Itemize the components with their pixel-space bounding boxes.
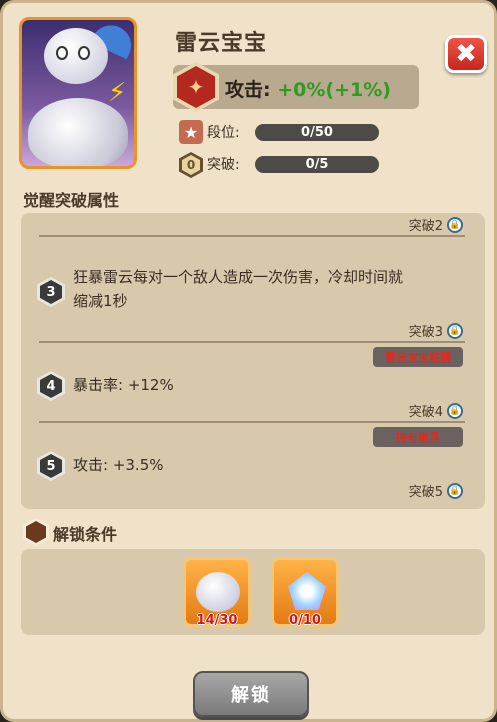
lock-icon: 🔒 <box>447 322 463 339</box>
tier-description: 暴击率: +12% <box>73 376 174 394</box>
requirement-item-thundercloud-baby[interactable]: 14/30 <box>183 557 251 628</box>
requirement-badge: 持有道具 <box>373 427 463 447</box>
tier-tag: 突破5 🔒 <box>409 481 463 500</box>
breakthrough-icon: 0 <box>179 152 203 178</box>
attack-icon: ✦ <box>173 62 219 112</box>
thundercloud-baby-icon <box>196 572 240 612</box>
breakthrough-row: 0 突破: 0/5 <box>179 152 379 178</box>
eye-icon <box>56 46 68 60</box>
unlock-title: 解锁条件 <box>53 525 118 544</box>
attack-value: +0% <box>277 79 326 101</box>
attributes-title: 觉醒突破属性 <box>23 191 120 210</box>
tier-description: 攻击: +3.5% <box>73 456 164 474</box>
item-count: 0/10 <box>289 613 321 628</box>
attack-bonus: (+1%) <box>325 79 391 101</box>
requirement-badge: 雷云宝宝粘稠 <box>373 347 463 367</box>
tier-number-icon: 5 <box>37 451 65 481</box>
eye-icon <box>78 46 90 60</box>
attributes-list[interactable]: 突破2 🔒 3 狂暴雷云每对一个敌人造成一次伤害，冷却时间就 缩减1秒 突破3 … <box>21 213 485 509</box>
item-count: 14/30 <box>196 613 238 628</box>
lightning-icon: ⚡ <box>108 78 127 108</box>
unlock-button[interactable]: 解锁 <box>193 671 309 717</box>
unlock-section-icon <box>23 518 49 546</box>
rank-label: 段位: <box>207 125 240 141</box>
lock-icon: 🔒 <box>447 482 463 499</box>
rank-row: ★ 段位: 0/50 <box>179 120 379 144</box>
unlock-requirements <box>21 549 485 635</box>
rank-progress-bar: 0/50 <box>255 123 379 141</box>
tier-description: 狂暴雷云每对一个敌人造成一次伤害，冷却时间就 缩减1秒 <box>73 268 404 310</box>
attack-stat: 攻击: +0%(+1%) <box>225 75 391 102</box>
close-icon: ✖ <box>455 39 477 69</box>
divider <box>39 421 465 423</box>
divider <box>39 235 465 237</box>
tier-number-icon: 3 <box>37 277 65 307</box>
star-icon: ★ <box>179 120 203 144</box>
divider <box>39 341 465 343</box>
tier-number-icon: 4 <box>37 371 65 401</box>
attack-label: 攻击: <box>225 79 271 101</box>
hero-portrait: ⚡ <box>19 17 137 169</box>
hero-name: 雷云宝宝 <box>175 31 268 56</box>
close-button[interactable]: ✖ <box>445 35 487 73</box>
cloud-body-icon <box>28 98 128 166</box>
tier-tag: 突破3 🔒 <box>409 321 463 340</box>
cloud-face-icon <box>44 28 108 84</box>
lock-icon: 🔒 <box>447 216 463 233</box>
tier-tag: 突破4 🔒 <box>409 401 463 420</box>
crystal-icon <box>288 572 326 610</box>
breakthrough-progress-bar: 0/5 <box>255 155 379 173</box>
requirement-item-crystal[interactable]: 0/10 <box>271 557 339 628</box>
lock-icon: 🔒 <box>447 402 463 419</box>
breakthrough-label: 突破: <box>207 157 240 173</box>
tier-tag: 突破2 🔒 <box>409 215 463 234</box>
hero-awaken-panel: ⚡ 雷云宝宝 ✖ ✦ 攻击: +0%(+1%) ★ 段位: 0/50 0 突破:… <box>0 0 497 722</box>
